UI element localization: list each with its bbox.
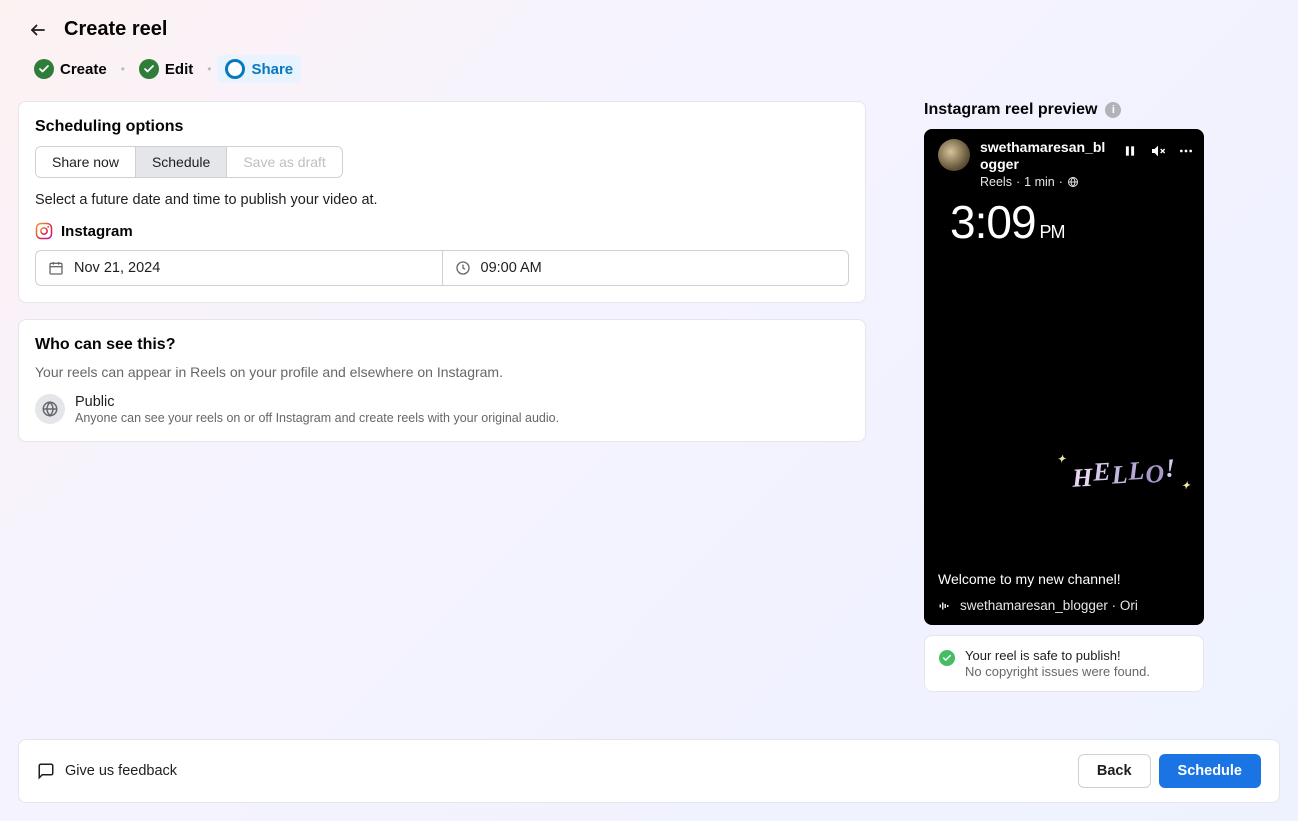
reel-hello-sticker: ✦ HELLO! ✦ [1071, 456, 1177, 491]
back-button[interactable]: Back [1078, 754, 1151, 788]
feedback-icon [37, 762, 55, 780]
save-draft-button: Save as draft [227, 147, 342, 177]
step-edit[interactable]: Edit [131, 55, 201, 83]
step-create[interactable]: Create [26, 55, 115, 83]
calendar-icon [48, 260, 64, 276]
globe-icon [35, 394, 65, 424]
footer-bar: Give us feedback Back Schedule [18, 739, 1280, 803]
globe-icon [1067, 176, 1079, 188]
page-title: Create reel [64, 18, 167, 41]
safety-title: Your reel is safe to publish! [965, 648, 1150, 663]
more-icon[interactable] [1178, 143, 1194, 159]
date-input[interactable]: Nov 21, 2024 [35, 250, 442, 286]
reel-audio-row: swethamaresan_blogger · Ori [938, 598, 1204, 613]
time-input[interactable]: 09:00 AM [442, 250, 850, 286]
step-label: Create [60, 61, 107, 78]
mute-icon[interactable] [1150, 143, 1166, 159]
feedback-link[interactable]: Give us feedback [37, 762, 177, 780]
pause-icon[interactable] [1122, 143, 1138, 159]
reel-clock-overlay: 3:09 PM [950, 195, 1065, 249]
reel-caption: Welcome to my new channel! [938, 571, 1190, 587]
visibility-option-name: Public [75, 394, 559, 410]
schedule-button[interactable]: Schedule [136, 147, 227, 177]
check-icon [34, 59, 54, 79]
visibility-subtitle: Your reels can appear in Reels on your p… [35, 364, 849, 380]
reel-preview: swethamaresan_blogger Reels · 1 min · [924, 129, 1204, 625]
date-value: Nov 21, 2024 [74, 260, 160, 276]
step-label: Edit [165, 61, 193, 78]
avatar [938, 139, 970, 171]
check-circle-icon [939, 650, 955, 666]
visibility-option-public[interactable]: Public Anyone can see your reels on or o… [35, 394, 849, 425]
visibility-card: Who can see this? Your reels can appear … [18, 319, 866, 442]
stepper: Create • Edit • Share [26, 55, 1280, 83]
reel-meta: Reels · 1 min · [980, 175, 1110, 189]
check-icon [139, 59, 159, 79]
scheduling-title: Scheduling options [35, 118, 849, 136]
clock-icon [455, 260, 471, 276]
visibility-option-desc: Anyone can see your reels on or off Inst… [75, 411, 559, 425]
info-icon[interactable]: i [1105, 102, 1121, 118]
back-arrow-icon[interactable] [28, 20, 48, 40]
platform-label: Instagram [61, 223, 133, 240]
safety-subtitle: No copyright issues were found. [965, 664, 1150, 679]
share-now-button[interactable]: Share now [36, 147, 136, 177]
reel-username: swethamaresan_blogger [980, 139, 1110, 173]
schedule-mode-toggle: Share now Schedule Save as draft [35, 146, 343, 178]
scheduling-card: Scheduling options Share now Schedule Sa… [18, 101, 866, 303]
step-share[interactable]: Share [217, 55, 301, 83]
active-step-icon [225, 59, 245, 79]
schedule-submit-button[interactable]: Schedule [1159, 754, 1261, 788]
preview-title: Instagram reel preview [924, 101, 1097, 119]
time-value: 09:00 AM [481, 260, 542, 276]
schedule-help-text: Select a future date and time to publish… [35, 192, 849, 208]
step-label: Share [251, 61, 293, 78]
visibility-title: Who can see this? [35, 336, 849, 354]
safety-card: Your reel is safe to publish! No copyrig… [924, 635, 1204, 692]
audio-wave-icon [938, 600, 950, 612]
instagram-icon [35, 222, 53, 240]
